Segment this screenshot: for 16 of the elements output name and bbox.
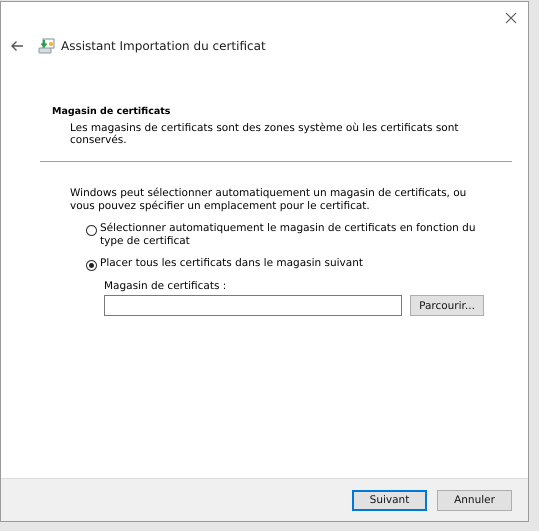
input-field[interactable] (104, 295, 402, 316)
certificate-import-icon (38, 37, 56, 55)
radio-label[interactable]: Placer tous les certificats dans le magasin suivant (100, 257, 490, 270)
browse-button[interactable]: Parcourir... (410, 295, 484, 316)
back-arrow-icon[interactable] (10, 40, 24, 52)
section-heading: Magasin de certificats (52, 106, 172, 117)
window-title: Assistant Importation du certificat (61, 39, 266, 53)
section-description: Les magasins de certificats sont des zones système où les certificats sont conservés. (70, 122, 460, 146)
close-icon[interactable] (504, 11, 518, 25)
field-label: Magasin de certificats : (104, 280, 228, 292)
radio-button[interactable] (86, 225, 97, 236)
cancel-button[interactable]: Annuler (437, 490, 512, 510)
radio-label[interactable]: Sélectionner automatiquement le magasin de certificats en fonction du type de certificat (100, 222, 490, 248)
next-button[interactable]: Suivant (352, 490, 427, 510)
radio-button[interactable] (86, 260, 97, 271)
intro-text: Windows peut sélectionner automatiquement un magasin de certificats, ou vous pouvez spécifier un emplacement pour le certificat. (70, 187, 468, 213)
